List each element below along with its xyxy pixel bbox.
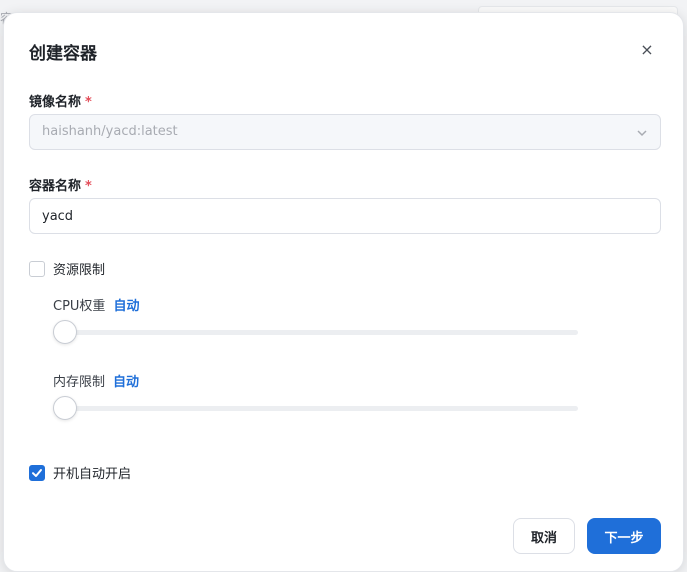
checkmark-icon — [32, 468, 42, 477]
create-container-dialog: 创建容器 × 镜像名称 * haishanh/yacd:latest 容器名称 * … — [3, 12, 684, 572]
required-mark: * — [85, 95, 92, 110]
close-icon[interactable]: × — [638, 41, 656, 59]
container-name-input[interactable] — [29, 198, 661, 234]
chevron-down-icon — [637, 130, 647, 137]
container-name-label: 容器名称 * — [29, 175, 92, 194]
image-name-label-text: 镜像名称 — [29, 95, 82, 110]
required-mark: * — [85, 179, 92, 194]
next-step-button[interactable]: 下一步 — [587, 518, 661, 554]
memory-limit-label: 内存限制 自动 — [53, 371, 139, 390]
container-name-label-text: 容器名称 — [29, 179, 82, 194]
cpu-weight-mode: 自动 — [113, 299, 140, 314]
autostart-checkbox[interactable] — [29, 464, 45, 481]
memory-limit-slider-thumb[interactable] — [53, 396, 77, 420]
cpu-weight-slider-thumb[interactable] — [53, 320, 77, 344]
resource-limit-label: 资源限制 — [53, 263, 106, 278]
image-name-label: 镜像名称 * — [29, 91, 92, 110]
image-name-value: haishanh/yacd:latest — [42, 124, 178, 139]
cancel-button[interactable]: 取消 — [513, 518, 575, 554]
memory-limit-label-text: 内存限制 — [53, 375, 106, 390]
memory-limit-mode: 自动 — [113, 375, 140, 390]
image-name-select[interactable]: haishanh/yacd:latest — [29, 114, 661, 150]
resource-limit-checkbox[interactable] — [29, 260, 45, 277]
resource-limit-checkbox-row[interactable]: 资源限制 — [29, 259, 105, 278]
cpu-weight-label: CPU权重 自动 — [53, 295, 139, 314]
autostart-checkbox-row[interactable]: 开机自动开启 — [29, 463, 131, 482]
autostart-label: 开机自动开启 — [53, 467, 132, 482]
memory-limit-slider[interactable] — [53, 396, 578, 420]
dialog-title: 创建容器 — [29, 44, 97, 64]
cpu-weight-label-text: CPU权重 — [53, 299, 106, 314]
cpu-weight-slider[interactable] — [53, 320, 578, 344]
